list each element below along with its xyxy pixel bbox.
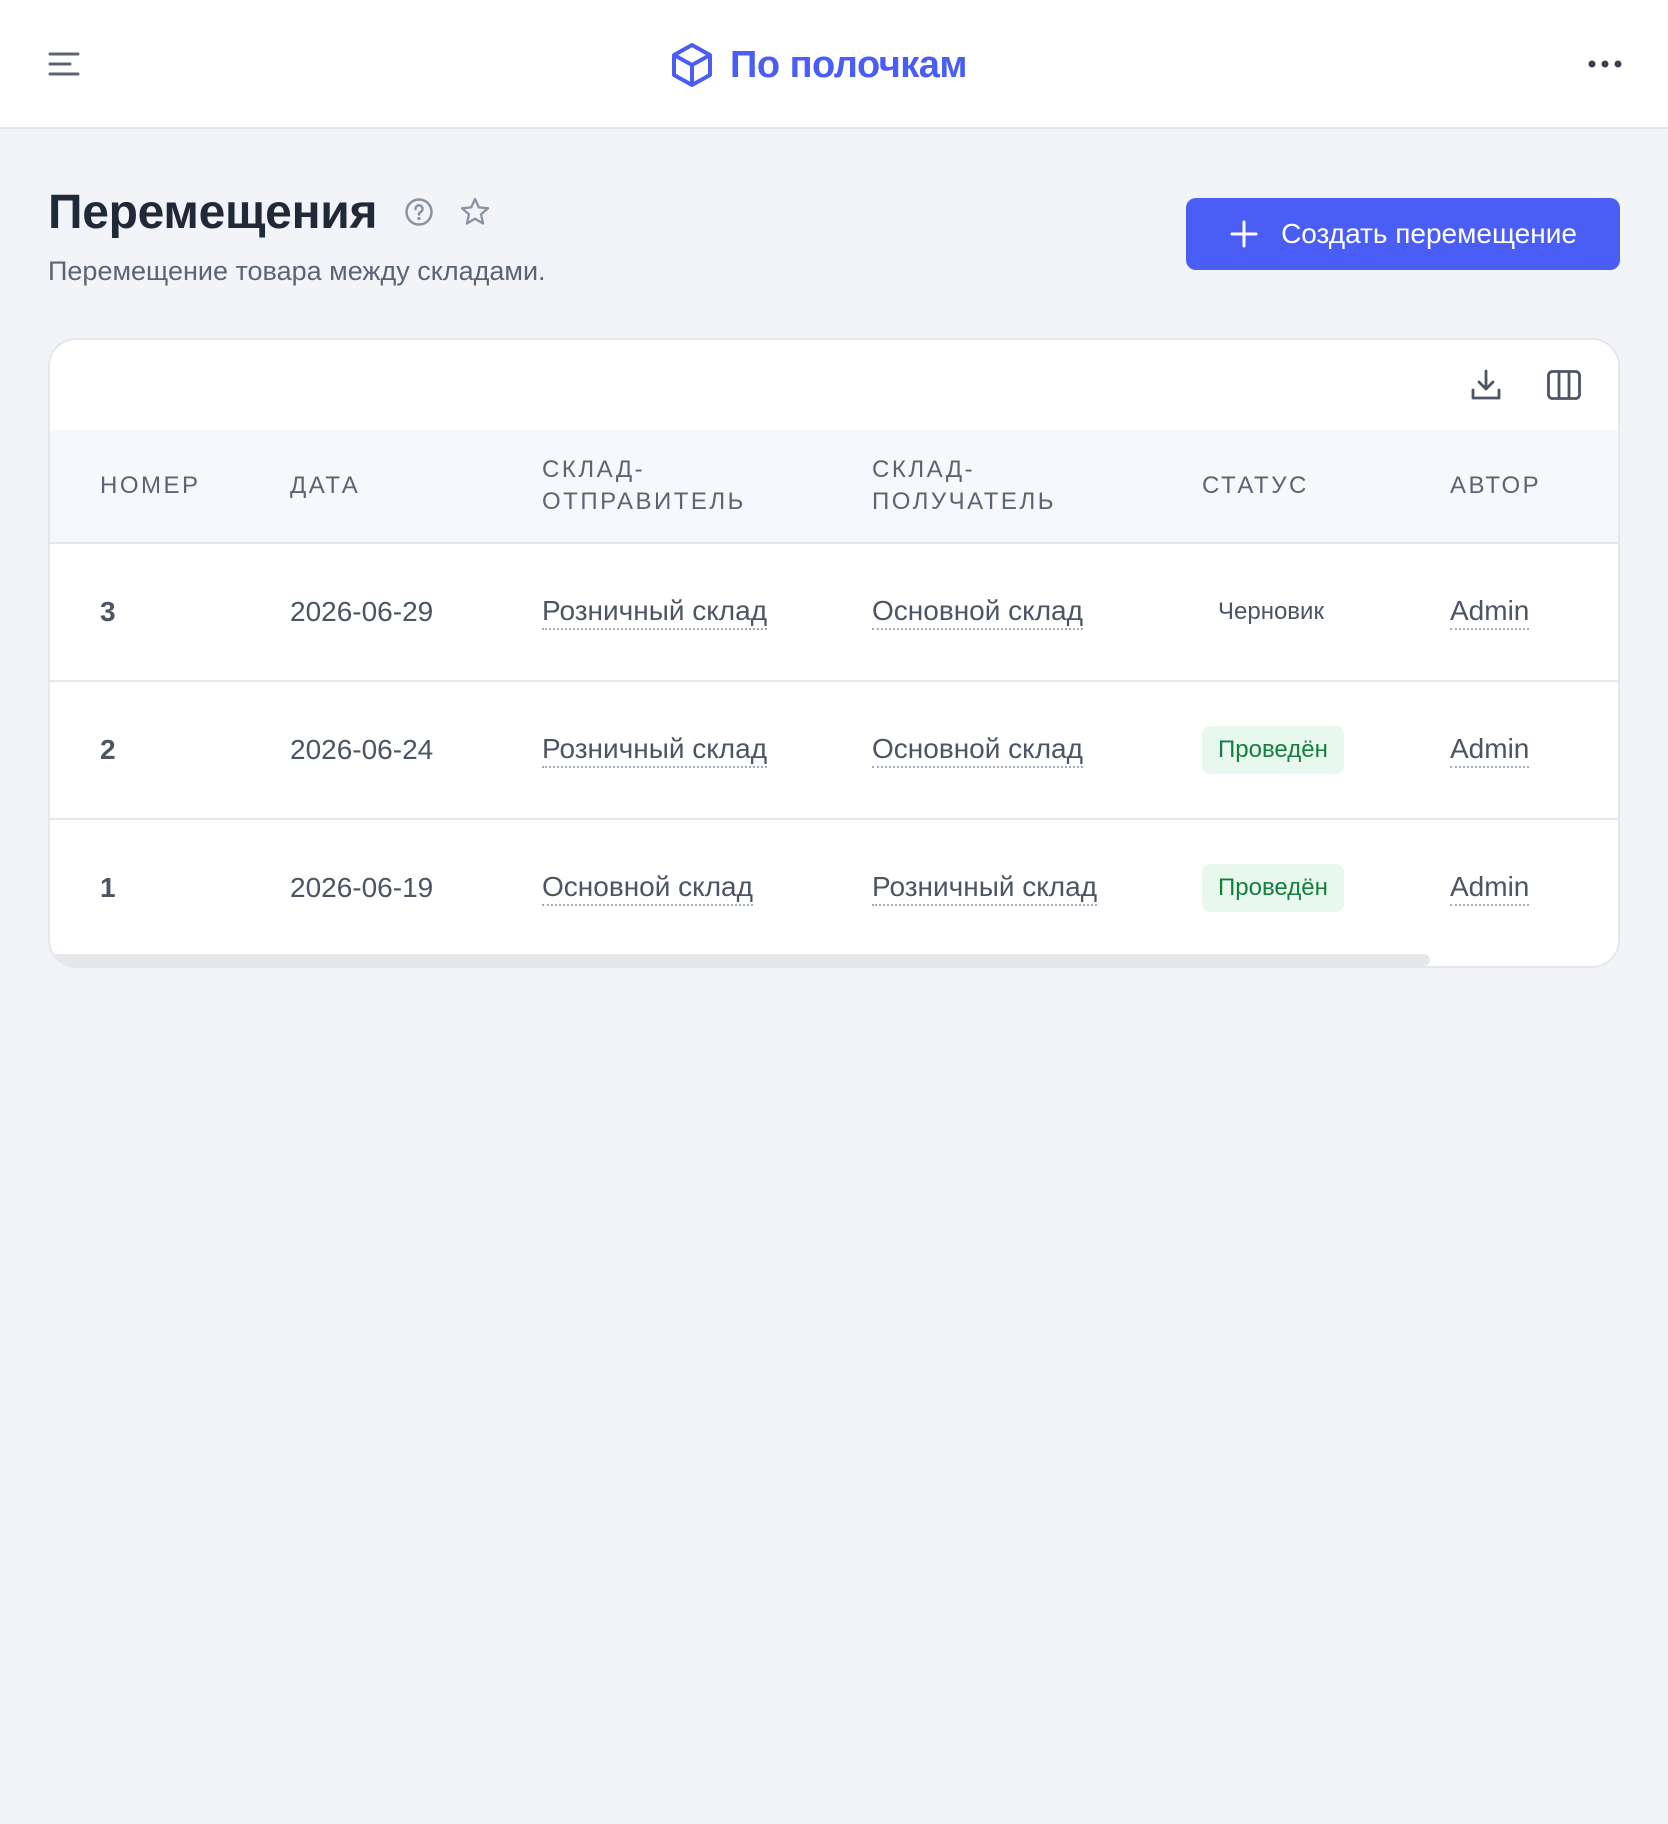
favorite-button[interactable] <box>459 196 491 228</box>
column-header-number[interactable]: НОМЕР <box>100 430 270 542</box>
author-link[interactable]: Admin <box>1450 870 1530 906</box>
column-header-date[interactable]: ДАТА <box>290 430 510 542</box>
more-dots-icon <box>1588 60 1622 68</box>
create-transfer-label: Создать перемещение <box>1281 218 1577 249</box>
help-circle-icon <box>405 198 433 226</box>
column-header-status[interactable]: СТАТУС <box>1202 430 1402 542</box>
top-bar: По полочкам <box>0 0 1668 129</box>
source-warehouse-link[interactable]: Розничный склад <box>542 732 768 768</box>
page-title: Перемещения <box>48 185 378 239</box>
status-badge: Проведён <box>1202 726 1344 774</box>
table-row[interactable]: 2 2026-06-24 Розничный склад Основной ск… <box>50 682 1618 820</box>
help-button[interactable] <box>403 196 435 228</box>
author-link[interactable]: Admin <box>1450 732 1530 768</box>
table-toolbar <box>1398 340 1618 430</box>
cell-number: 2 <box>100 734 116 765</box>
column-header-author[interactable]: АВТОР <box>1450 430 1610 542</box>
target-warehouse-link[interactable]: Основной склад <box>872 732 1083 768</box>
create-transfer-button[interactable]: Создать перемещение <box>1186 198 1620 270</box>
table-row[interactable]: 3 2026-06-29 Розничный склад Основной ск… <box>50 544 1618 682</box>
source-warehouse-link[interactable]: Розничный склад <box>542 594 768 630</box>
status-badge: Черновик <box>1218 598 1324 625</box>
more-menu-button[interactable] <box>1580 46 1630 82</box>
cell-date: 2026-06-24 <box>290 734 434 765</box>
table-row[interactable]: 1 2026-06-19 Основной склад Розничный ск… <box>50 820 1618 958</box>
cell-number: 3 <box>100 596 116 627</box>
cube-icon <box>672 43 712 87</box>
column-header-source-warehouse[interactable]: СКЛАД- ОТПРАВИТЕЛЬ <box>542 430 842 542</box>
app-logo[interactable]: По полочкам <box>668 38 968 92</box>
source-warehouse-link[interactable]: Основной склад <box>542 870 753 906</box>
column-header-target-warehouse[interactable]: СКЛАД- ПОЛУЧАТЕЛЬ <box>872 430 1172 542</box>
columns-icon <box>1547 370 1581 400</box>
table-header: НОМЕР ДАТА СКЛАД- ОТПРАВИТЕЛЬ СКЛАД- ПОЛ… <box>50 430 1618 544</box>
star-outline-icon <box>461 197 490 225</box>
plus-icon <box>1230 220 1258 248</box>
cell-date: 2026-06-19 <box>290 872 434 903</box>
menu-button[interactable] <box>40 44 88 84</box>
status-badge: Проведён <box>1202 864 1344 912</box>
author-link[interactable]: Admin <box>1450 594 1530 630</box>
export-button[interactable] <box>1466 365 1506 405</box>
app-name: По полочкам <box>730 43 968 86</box>
cell-date: 2026-06-29 <box>290 596 434 627</box>
columns-settings-button[interactable] <box>1544 365 1584 405</box>
target-warehouse-link[interactable]: Розничный склад <box>872 870 1098 906</box>
target-warehouse-link[interactable]: Основной склад <box>872 594 1083 630</box>
transfers-table-card: НОМЕР ДАТА СКЛАД- ОТПРАВИТЕЛЬ СКЛАД- ПОЛ… <box>48 338 1620 968</box>
hamburger-menu-icon <box>48 52 80 76</box>
cell-number: 1 <box>100 872 116 903</box>
horizontal-scrollbar[interactable] <box>50 954 1430 966</box>
download-icon <box>1471 369 1501 400</box>
